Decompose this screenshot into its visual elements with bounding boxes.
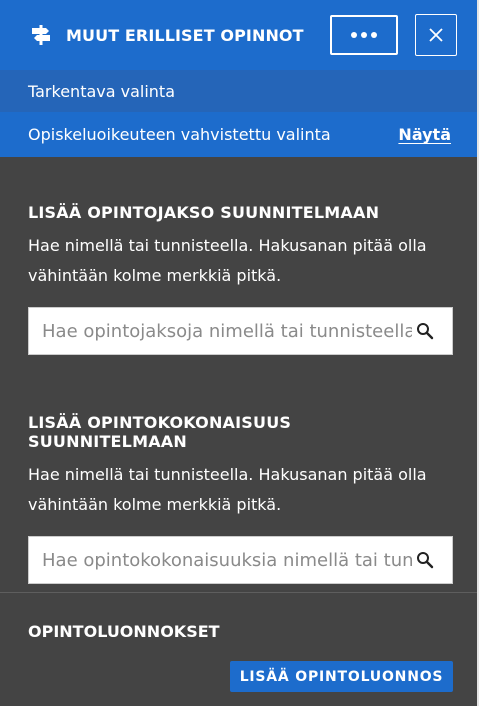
add-module-heading: LISÄÄ OPINTOKOKONAISUUS SUUNNITELMAAN [28, 413, 292, 451]
panel-header: MUUT ERILLISET OPINNOT [0, 0, 477, 70]
add-module-help: Hae nimellä tai tunnisteella. Hakusanan … [28, 465, 427, 514]
show-link[interactable]: Näytä [398, 125, 451, 144]
signpost-icon [28, 22, 54, 48]
panel-title: MUUT ERILLISET OPINNOT [66, 25, 304, 45]
ellipsis-dot [371, 32, 377, 38]
course-search-input[interactable] [29, 308, 412, 354]
course-search-box [28, 307, 453, 355]
refine-selection-row[interactable]: Tarkentava valinta [0, 70, 477, 112]
search-icon[interactable] [416, 322, 434, 340]
drafts-heading: OPINTOLUONNOKSET [28, 622, 220, 641]
module-search-input[interactable] [29, 537, 412, 583]
search-icon[interactable] [416, 551, 434, 569]
close-button[interactable] [415, 14, 457, 56]
more-options-button[interactable] [330, 15, 398, 55]
ellipsis-icon [351, 32, 357, 38]
add-course-section: LISÄÄ OPINTOJAKSO SUUNNITELMAAN Hae nime… [28, 203, 453, 355]
module-search-box [28, 536, 453, 584]
refine-selection-label: Tarkentava valinta [28, 81, 176, 101]
add-module-section: LISÄÄ OPINTOKOKONAISUUS SUUNNITELMAAN Ha… [28, 413, 453, 584]
add-draft-button[interactable]: LISÄÄ OPINTOLUONNOS [230, 661, 453, 692]
section-divider [0, 592, 477, 593]
ellipsis-dot [361, 32, 367, 38]
add-course-heading: LISÄÄ OPINTOJAKSO SUUNNITELMAAN [28, 203, 380, 222]
close-icon [429, 28, 443, 42]
side-panel: MUUT ERILLISET OPINNOT Tarkentava valint… [0, 0, 479, 706]
study-right-label: Opiskeluoikeuteen vahvistettu valinta [28, 125, 331, 144]
add-course-help: Hae nimellä tai tunnisteella. Hakusanan … [28, 236, 427, 285]
study-right-row: Opiskeluoikeuteen vahvistettu valinta Nä… [0, 112, 477, 157]
